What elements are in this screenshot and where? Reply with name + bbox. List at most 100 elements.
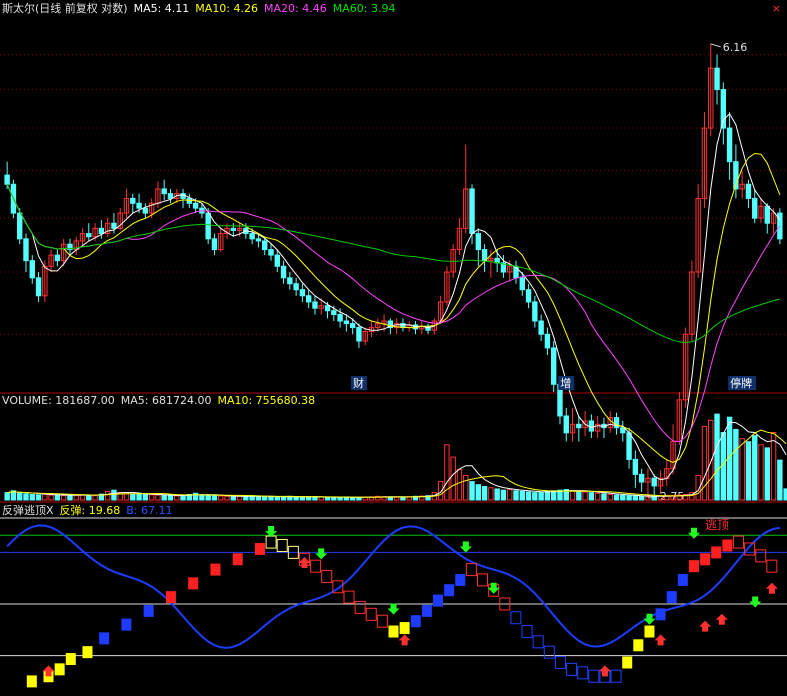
signal-block <box>388 625 399 638</box>
candle <box>745 183 752 199</box>
buy-arrow <box>398 634 411 646</box>
volume-legend: VOLUME: 181687.00 MA5: 681724.00 MA10: 755… <box>2 394 321 408</box>
volume-bar <box>218 495 224 501</box>
candle <box>481 249 488 262</box>
volume-bar <box>305 496 312 501</box>
candle <box>287 277 293 285</box>
top-escape-label: 逃顶 <box>705 518 729 532</box>
candle <box>519 277 525 291</box>
volume-bar <box>393 496 400 501</box>
signal-block <box>677 573 688 586</box>
candle <box>324 305 331 312</box>
signal-block <box>566 662 578 676</box>
signal-block <box>65 653 76 666</box>
signal-block <box>188 577 199 590</box>
volume-bar <box>155 494 161 501</box>
signal-block <box>521 625 533 639</box>
signal-block <box>766 559 778 573</box>
signal-block <box>577 666 589 680</box>
kline-chart[interactable]: 6.16 2.75 财增停牌 逃顶 <box>0 0 787 692</box>
vol-ma5-legend: MA5: 681724.00 <box>120 394 212 407</box>
buy-arrow <box>654 634 667 646</box>
volume-bar <box>613 494 620 501</box>
signal-block <box>633 639 644 652</box>
sell-arrow <box>687 527 700 539</box>
volume-bar <box>569 490 576 501</box>
buy-arrow <box>699 620 712 632</box>
candle <box>136 202 142 209</box>
candle <box>638 473 645 483</box>
signal-block <box>532 635 544 649</box>
volume-bar <box>60 495 67 501</box>
signal-block <box>354 600 366 614</box>
signal-block <box>410 615 421 628</box>
signal-block <box>26 675 37 688</box>
signal-block <box>455 573 466 586</box>
volume-bar <box>4 492 10 501</box>
candle <box>29 260 35 279</box>
signal-block <box>165 591 176 604</box>
candle <box>764 205 770 224</box>
volume-bar <box>356 497 362 501</box>
candle <box>726 127 733 163</box>
volume-bar <box>230 496 237 501</box>
volume-bar <box>17 492 23 501</box>
volume-bar <box>777 459 783 501</box>
candle <box>280 265 287 279</box>
signal-block <box>54 663 65 676</box>
high-pointer <box>710 43 721 48</box>
candle <box>563 415 569 434</box>
volume-bar <box>86 494 92 501</box>
vol-ma10-legend: MA10: 755680.38 <box>217 394 316 407</box>
signal-block <box>688 560 699 573</box>
signal-block <box>276 539 288 553</box>
signal-block <box>588 669 600 683</box>
volume-bar <box>488 487 494 501</box>
signal-block <box>477 573 489 587</box>
ma20-legend: MA20: 4.46 <box>264 2 327 15</box>
volume-bar <box>544 490 551 501</box>
volume-bar <box>268 496 274 501</box>
volume-bar <box>651 495 657 501</box>
candle <box>4 174 10 185</box>
ma5-legend: MA5: 4.11 <box>133 2 190 15</box>
signal-block <box>554 655 566 669</box>
volume-bar <box>211 495 218 501</box>
signal-block <box>655 608 666 621</box>
signal-block <box>254 542 265 555</box>
volume-bar <box>167 495 174 501</box>
volume-bar <box>54 494 61 501</box>
signal-block <box>310 559 322 573</box>
volume-bar <box>607 493 613 501</box>
volume-bar <box>594 492 601 501</box>
price-legend: 斯太尔(日线 前复权 对数) MA5: 4.11 MA10: 4.26 MA20: 4… <box>2 2 401 16</box>
volume-bar <box>450 456 456 501</box>
candle <box>525 289 532 303</box>
high-price-label: 6.16 <box>723 41 748 54</box>
volume-bar <box>588 492 595 501</box>
candle <box>469 188 475 235</box>
candle <box>23 238 29 262</box>
candle <box>752 197 758 219</box>
ma10-line <box>6 152 781 463</box>
volume-bar <box>513 490 519 501</box>
volume-bar <box>42 493 48 501</box>
volume-bar <box>626 495 632 501</box>
candle <box>274 254 280 267</box>
candle <box>230 227 237 231</box>
volume-bar <box>224 495 230 501</box>
event-badge-label: 停牌 <box>730 376 752 390</box>
sell-arrow <box>315 548 328 560</box>
candle <box>142 207 149 214</box>
signal-block <box>610 669 622 683</box>
buy-arrow <box>715 613 728 625</box>
candle <box>268 249 274 256</box>
volume-bar <box>111 489 117 501</box>
chart-svg: 6.162.75财增停牌逃顶 <box>0 41 787 688</box>
candle <box>331 310 337 316</box>
candle <box>544 333 551 349</box>
volume-bar <box>161 494 167 501</box>
fantan-legend: 反弹: 19.68 <box>59 504 121 517</box>
candle <box>130 197 136 204</box>
close-icon[interactable]: × <box>772 3 781 14</box>
